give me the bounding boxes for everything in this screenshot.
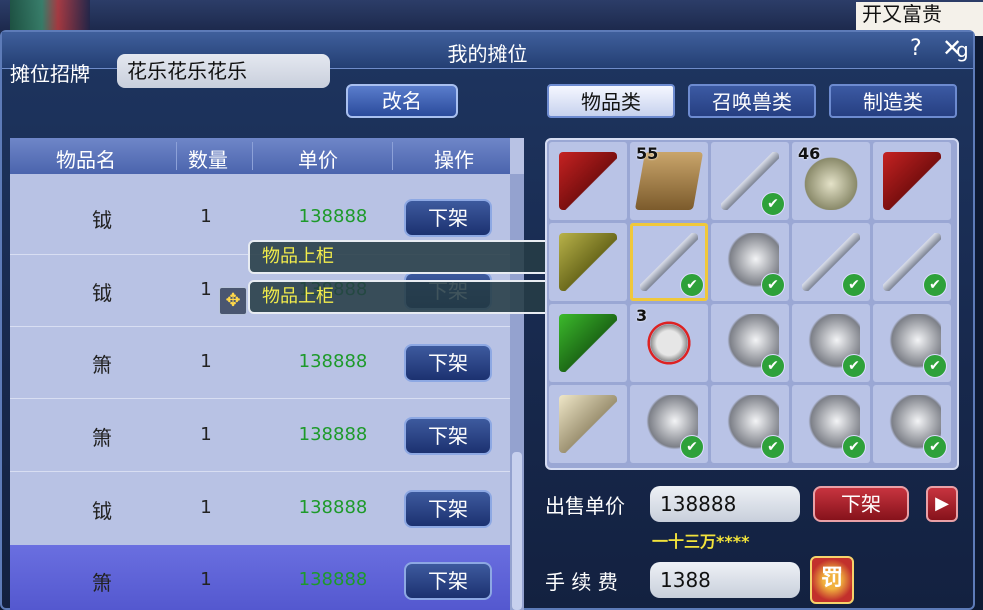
inventory-slot[interactable]: 46: [792, 142, 870, 220]
row-item-name: 钺: [92, 281, 112, 305]
delist-button[interactable]: 下架: [404, 199, 492, 237]
inventory-slot[interactable]: [549, 142, 627, 220]
row-quantity: 1: [200, 424, 212, 445]
table-row[interactable]: 箫 1 138888 下架: [10, 400, 510, 470]
tab-items[interactable]: 物品类: [547, 84, 675, 118]
inventory-slot[interactable]: ✔: [873, 304, 951, 382]
help-button[interactable]: ?: [910, 36, 922, 61]
stack-count: 55: [636, 144, 659, 163]
row-quantity: 1: [200, 569, 212, 590]
listed-check-icon: ✔: [761, 273, 785, 297]
row-price: 138888: [298, 206, 368, 227]
row-item-name: 箫: [92, 426, 112, 450]
column-divider: [252, 142, 253, 170]
sale-price-input[interactable]: 138888: [650, 486, 800, 522]
row-quantity: 1: [200, 351, 212, 372]
row-quantity: 1: [200, 279, 212, 300]
row-item-name: 箫: [92, 353, 112, 377]
green-flag-icon: [559, 314, 617, 372]
scrollbar-thumb[interactable]: [512, 452, 522, 610]
inventory-slot-highlighted[interactable]: ✔: [630, 223, 708, 301]
header-unit-price: 单价: [298, 148, 338, 172]
signboard-input[interactable]: 花乐花乐花乐: [117, 54, 330, 88]
tab-crafting[interactable]: 制造类: [829, 84, 957, 118]
inventory-slot[interactable]: [873, 142, 951, 220]
row-price: 138888: [298, 351, 368, 372]
listed-check-icon: ✔: [842, 273, 866, 297]
price-in-words: 一十三万****: [652, 532, 750, 551]
listed-check-icon: ✔: [923, 435, 947, 459]
list-header: 物品名 数量 单价 操作: [10, 138, 510, 174]
inventory-slot[interactable]: ✔: [630, 385, 708, 463]
sale-price-label: 出售单价: [545, 494, 625, 518]
red-flag-icon: [883, 152, 941, 210]
red-flag-icon: [559, 152, 617, 210]
row-item-name: 箫: [92, 571, 112, 595]
row-quantity: 1: [200, 206, 212, 227]
inventory-slot[interactable]: [549, 385, 627, 463]
inventory-slot[interactable]: [549, 223, 627, 301]
inventory-slot[interactable]: [549, 304, 627, 382]
yellow-flag-icon: [559, 233, 617, 291]
listed-check-icon: ✔: [761, 435, 785, 459]
header-item-name: 物品名: [56, 148, 116, 172]
stack-count: 3: [636, 306, 648, 325]
table-row-selected[interactable]: 箫 1 138888 下架: [10, 545, 510, 610]
inventory-slot[interactable]: ✔: [711, 142, 789, 220]
fee-label: 手 续 费: [545, 570, 618, 594]
column-divider: [392, 142, 393, 170]
inventory-slot[interactable]: ✔: [711, 304, 789, 382]
delist-button[interactable]: 下架: [404, 490, 492, 528]
row-divider: [10, 471, 510, 472]
delist-button[interactable]: 下架: [404, 417, 492, 455]
inventory-slot[interactable]: ✔: [792, 223, 870, 301]
fee-value-field: 1388: [650, 562, 800, 598]
stall-item-list: 物品名 数量 单价 操作 钺 1 138888 下架 钺 1 138888 下架…: [10, 138, 524, 610]
white-flag-icon: [559, 395, 617, 453]
row-item-name: 钺: [92, 499, 112, 523]
delist-confirm-button[interactable]: 下架: [813, 486, 909, 522]
inventory-slot[interactable]: ✔: [873, 223, 951, 301]
delist-button[interactable]: 下架: [404, 344, 492, 382]
inventory-grid: 55 ✔ 46 ✔ ✔ ✔ ✔ 3 ✔ ✔ ✔ ✔ ✔ ✔ ✔: [545, 138, 959, 470]
table-row[interactable]: 箫 1 138888 下架: [10, 327, 510, 397]
prohibited-item-icon: [640, 314, 698, 372]
row-price: 138888: [298, 497, 368, 518]
listed-check-icon: ✔: [923, 354, 947, 378]
inventory-slot[interactable]: 3: [630, 304, 708, 382]
column-divider: [176, 142, 177, 170]
listed-check-icon: ✔: [680, 435, 704, 459]
listed-check-icon: ✔: [761, 192, 785, 216]
tab-summons[interactable]: 召唤兽类: [688, 84, 816, 118]
move-cursor-icon: ✥: [219, 287, 247, 315]
stack-count: 46: [798, 144, 821, 163]
background-text-g: g: [956, 38, 969, 62]
header-action: 操作: [434, 148, 474, 172]
row-price: 138888: [298, 424, 368, 445]
inventory-slot[interactable]: ✔: [792, 304, 870, 382]
row-quantity: 1: [200, 497, 212, 518]
signboard-label: 摊位招牌: [10, 62, 90, 86]
listed-check-icon: ✔: [842, 354, 866, 378]
inventory-slot[interactable]: ✔: [792, 385, 870, 463]
rename-button[interactable]: 改名: [346, 84, 458, 118]
table-row[interactable]: 钺 1 138888 下架: [10, 473, 510, 543]
listed-check-icon: ✔: [842, 435, 866, 459]
listed-check-icon: ✔: [923, 273, 947, 297]
row-price: 138888: [298, 569, 368, 590]
row-divider: [10, 398, 510, 399]
listed-check-icon: ✔: [761, 354, 785, 378]
header-quantity: 数量: [188, 148, 228, 172]
inventory-slot[interactable]: 55: [630, 142, 708, 220]
inventory-slot[interactable]: ✔: [873, 385, 951, 463]
row-item-name: 钺: [92, 208, 112, 232]
inventory-slot[interactable]: ✔: [711, 385, 789, 463]
inventory-slot[interactable]: ✔: [711, 223, 789, 301]
next-arrow-button[interactable]: ▶: [926, 486, 958, 522]
fee-badge-icon[interactable]: 罚: [810, 556, 854, 604]
delist-button[interactable]: 下架: [404, 562, 492, 600]
listed-check-icon: ✔: [680, 273, 704, 297]
